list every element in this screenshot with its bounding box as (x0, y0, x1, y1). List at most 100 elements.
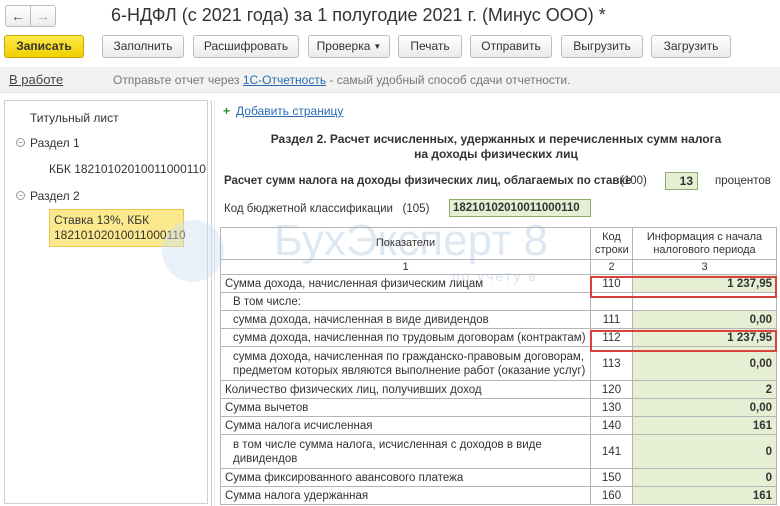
rate-unit: процентов (715, 175, 771, 187)
add-page-label: Добавить страницу (236, 104, 344, 118)
check-button-label: Проверка (316, 39, 371, 53)
status-bar: В работе Отправьте отчет через 1С-Отчетн… (0, 67, 780, 93)
row-code: 120 (590, 380, 633, 399)
column-number: 2 (590, 259, 633, 275)
rate-line-code: (100) (620, 175, 647, 187)
row-value-cell[interactable]: 0,00 (632, 398, 777, 417)
row-code: 160 (590, 486, 633, 505)
document-title: 6-НДФЛ (с 2021 года) за 1 полугодие 2021… (111, 5, 606, 25)
row-code: 130 (590, 398, 633, 417)
tree-item-rate-13-selected[interactable]: Ставка 13%, КБК 18210102010011000110 (49, 209, 186, 247)
kbk-label-text: Код бюджетной классификации (224, 203, 393, 215)
indicators-table: Показатели Код строки Информация с начал… (220, 227, 777, 505)
row-value-cell[interactable]: 161 (632, 486, 777, 505)
table-row: В том числе: (220, 292, 777, 311)
tree-item-title-page[interactable]: Титульный лист (30, 111, 119, 125)
table-row: сумма дохода, начисленная по гражданско-… (220, 346, 777, 381)
status-message-text: Отправьте отчет через (113, 73, 243, 87)
table-row: Сумма дохода, начисленная физическим лиц… (220, 274, 777, 293)
column-number: 1 (220, 259, 591, 275)
row-label: В том числе: (220, 292, 591, 311)
table-row: сумма дохода, начисленная по трудовым до… (220, 328, 777, 347)
row-label: в том числе сумма налога, исчисленная с … (220, 434, 591, 469)
table-header-num-row: 1 2 3 (220, 259, 777, 275)
table-row: Сумма вычетов 130 0,00 (220, 398, 777, 417)
row-label: Сумма налога исчисленная (220, 416, 591, 435)
column-number: 3 (632, 259, 777, 275)
row-value-cell[interactable]: 1 237,95 (632, 274, 777, 293)
row-label: Количество физических лиц, получивших до… (220, 380, 591, 399)
row-value-cell[interactable]: 0,00 (632, 310, 777, 329)
section-title: Раздел 2. Расчет исчисленных, удержанных… (251, 132, 741, 162)
export-button[interactable]: Выгрузить (561, 35, 643, 58)
table-header-row: Показатели Код строки Информация с начал… (220, 227, 777, 260)
row-value-cell[interactable]: 0 (632, 468, 777, 487)
section-title-line: Раздел 2. Расчет исчисленных, удержанных… (270, 132, 722, 146)
add-page-link[interactable]: + Добавить страницу (223, 104, 343, 118)
row-code: 113 (590, 346, 633, 381)
row-value-cell[interactable]: 0 (632, 434, 777, 469)
back-arrow-icon[interactable]: ← (5, 5, 31, 27)
table-row: Количество физических лиц, получивших до… (220, 380, 777, 399)
tree-item-section-2[interactable]: Раздел 2 (30, 189, 80, 203)
row-label: Сумма фиксированного авансового платежа (220, 468, 591, 487)
row-code: 110 (590, 274, 633, 293)
splitter[interactable] (211, 100, 212, 506)
status-message: Отправьте отчет через 1С-Отчетность - са… (113, 73, 570, 87)
status-message-tail: - самый удобный способ сдачи отчетности. (326, 73, 571, 87)
save-button[interactable]: Записать (4, 35, 84, 58)
section-title-line: на доходы физических лиц (414, 147, 578, 161)
row-value-cell[interactable]: 2 (632, 380, 777, 399)
row-code: 112 (590, 328, 633, 347)
forward-arrow-icon[interactable]: → (30, 5, 56, 27)
row-code: 140 (590, 416, 633, 435)
status-state-link[interactable]: В работе (9, 72, 63, 87)
table-row: сумма дохода, начисленная в виде дивиден… (220, 310, 777, 329)
kbk-label: Код бюджетной классификации (105) (224, 203, 429, 215)
rate-field[interactable]: 13 (665, 172, 698, 190)
print-button[interactable]: Печать (398, 35, 462, 58)
tree-item-kbk[interactable]: КБК 18210102010011000110 (49, 162, 206, 176)
plus-icon: + (223, 104, 231, 118)
row-value-cell[interactable]: 1 237,95 (632, 328, 777, 347)
row-code: 111 (590, 310, 633, 329)
collapse-icon[interactable]: − (16, 191, 25, 200)
table-row: Сумма налога удержанная 160 161 (220, 486, 777, 505)
row-value-cell[interactable]: 0,00 (632, 346, 777, 381)
row-code: 141 (590, 434, 633, 469)
tree-item-label: Ставка 13%, КБК (54, 213, 150, 227)
collapse-icon[interactable]: − (16, 138, 25, 147)
report-sections-tree: Титульный лист − Раздел 1 КБК 1821010201… (4, 100, 208, 504)
column-header: Показатели (220, 227, 591, 260)
title-bar: ← → 6-НДФЛ (с 2021 года) за 1 полугодие … (0, 0, 780, 32)
row-label: сумма дохода, начисленная в виде дивиден… (220, 310, 591, 329)
row-value-cell[interactable]: 161 (632, 416, 777, 435)
fill-button[interactable]: Заполнить (102, 35, 184, 58)
table-row: Сумма фиксированного авансового платежа … (220, 468, 777, 487)
kbk-field[interactable]: 18210102010011000110 (449, 199, 591, 217)
column-header: Код строки (590, 227, 633, 260)
tree-item-label: 18210102010011000110 (54, 228, 186, 242)
row-label: сумма дохода, начисленная по гражданско-… (220, 346, 591, 381)
row-label: Сумма дохода, начисленная физическим лиц… (220, 274, 591, 293)
check-dropdown-button[interactable]: Проверка ▼ (308, 35, 390, 58)
row-code: 150 (590, 468, 633, 487)
divider (214, 100, 215, 506)
kbk-line-code: (105) (402, 203, 430, 215)
table-row: Сумма налога исчисленная 140 161 (220, 416, 777, 435)
chevron-down-icon: ▼ (373, 42, 382, 51)
row-label: сумма дохода, начисленная по трудовым до… (220, 328, 591, 347)
toolbar: Записать Заполнить Расшифровать Проверка… (0, 33, 780, 61)
rate-label: Расчет сумм налога на доходы физических … (224, 175, 632, 187)
row-value-cell (632, 292, 777, 311)
table-row: в том числе сумма налога, исчисленная с … (220, 434, 777, 469)
import-button[interactable]: Загрузить (651, 35, 731, 58)
send-button[interactable]: Отправить (470, 35, 552, 58)
decode-button[interactable]: Расшифровать (193, 35, 299, 58)
tree-item-section-1[interactable]: Раздел 1 (30, 136, 80, 150)
row-label: Сумма налога удержанная (220, 486, 591, 505)
row-code (590, 292, 633, 311)
row-label: Сумма вычетов (220, 398, 591, 417)
column-header: Информация с начала налогового периода (632, 227, 777, 260)
1c-reporting-link[interactable]: 1С-Отчетность (243, 73, 326, 87)
